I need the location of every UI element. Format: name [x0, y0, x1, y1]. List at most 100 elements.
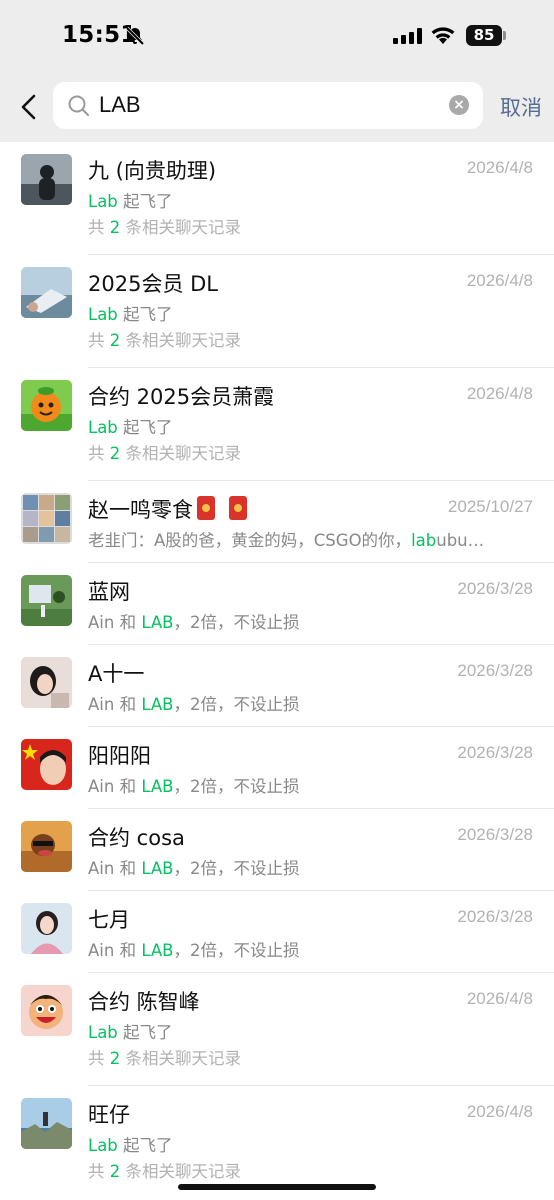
match-count: 共 2 条相关聊天记录	[88, 327, 241, 351]
chat-date: 2026/4/8	[466, 989, 533, 1008]
chat-name: 合约 2025会员萧霞	[88, 385, 275, 409]
result-row-cosa[interactable]: 合约 cosa 2026/3/28 Ain 和 LAB，2倍，不设止损	[0, 809, 554, 891]
message-suffix: ，2倍，不设止损	[173, 695, 300, 714]
bell-muted-icon	[125, 26, 145, 46]
search-header: × 取消	[0, 72, 554, 142]
match-keyword: Lab	[88, 418, 118, 437]
match-keyword: LAB	[141, 777, 174, 796]
match-keyword: Lab	[88, 305, 118, 324]
match-keyword: lab	[411, 531, 437, 550]
match-keyword: LAB	[141, 941, 174, 960]
avatar	[21, 1098, 72, 1149]
match-count-prefix: 共	[88, 218, 110, 237]
chat-name: 蓝网	[88, 580, 130, 604]
battery-indicator: 85	[466, 25, 502, 46]
match-text: 起飞了	[117, 1136, 173, 1155]
result-row-xiaoxia[interactable]: 合约 2025会员萧霞 2026/4/8 Lab 起飞了 共 2 条相关聊天记录	[0, 368, 554, 481]
result-row-lanwang[interactable]: 蓝网 2026/3/28 Ain 和 LAB，2倍，不设止损	[0, 563, 554, 645]
message-snippet: Ain 和 LAB，2倍，不设止损	[88, 691, 300, 715]
match-count-suffix: 条相关聊天记录	[120, 444, 241, 463]
search-icon	[68, 95, 89, 116]
chat-date: 2026/3/28	[457, 661, 533, 680]
chat-date: 2026/3/28	[457, 579, 533, 598]
match-count-number: 2	[109, 1162, 121, 1181]
match-count-suffix: 条相关聊天记录	[120, 331, 241, 350]
result-row-2025-dl[interactable]: 2025会员 DL 2026/4/8 Lab 起飞了 共 2 条相关聊天记录	[0, 255, 554, 368]
search-box[interactable]: ×	[53, 82, 483, 129]
match-count: 共 2 条相关聊天记录	[88, 440, 241, 464]
chat-name: 九 (向贵助理)	[88, 159, 217, 183]
result-row-a11[interactable]: A十一 2026/3/28 Ain 和 LAB，2倍，不设止损	[0, 645, 554, 727]
match-snippet: Lab 起飞了	[88, 301, 173, 325]
clear-search-icon[interactable]: ×	[449, 95, 469, 115]
match-keyword: Lab	[88, 1136, 118, 1155]
avatar	[21, 903, 72, 954]
match-keyword: LAB	[141, 613, 174, 632]
cancel-button[interactable]: 取消	[500, 92, 542, 122]
match-snippet: Lab 起飞了	[88, 1019, 173, 1043]
chat-date: 2026/4/8	[466, 271, 533, 290]
match-text: 起飞了	[117, 192, 173, 211]
search-results-list: 九 (向贵助理) 2026/4/8 Lab 起飞了 共 2 条相关聊天记录 20…	[0, 142, 554, 1199]
match-count: 共 2 条相关聊天记录	[88, 214, 241, 238]
avatar	[21, 821, 72, 872]
match-count-number: 2	[109, 1049, 121, 1068]
message-snippet: Ain 和 LAB，2倍，不设止损	[88, 773, 300, 797]
chat-name: 合约 cosa	[88, 826, 185, 850]
match-snippet: Lab 起飞了	[88, 188, 173, 212]
red-envelope-icon	[197, 496, 215, 520]
chat-name: A十一	[88, 662, 145, 686]
avatar	[21, 267, 72, 318]
message-snippet: Ain 和 LAB，2倍，不设止损	[88, 609, 300, 633]
group-avatar	[21, 493, 72, 544]
chat-name: 合约 陈智峰	[88, 990, 200, 1014]
chat-date: 2026/3/28	[457, 825, 533, 844]
status-bar: 15:51 85	[0, 0, 554, 72]
chat-date: 2026/4/8	[466, 1102, 533, 1121]
chat-name: 旺仔	[88, 1103, 130, 1127]
match-count-suffix: 条相关聊天记录	[120, 1049, 241, 1068]
message-prefix: Ain 和	[88, 777, 142, 796]
result-row-wangzai[interactable]: 旺仔 2026/4/8 Lab 起飞了 共 2 条相关聊天记录	[0, 1086, 554, 1199]
message-snippet: 老韭门：A股的爸，黄金的妈，CSGO的你，labubu…	[88, 527, 484, 551]
chat-name: 赵一鸣零食	[88, 494, 247, 524]
avatar	[21, 985, 72, 1036]
match-count-number: 2	[109, 218, 121, 237]
result-row-chenzhifeng[interactable]: 合约 陈智峰 2026/4/8 Lab 起飞了 共 2 条相关聊天记录	[0, 973, 554, 1086]
back-chevron-icon[interactable]	[18, 92, 40, 122]
home-indicator[interactable]	[178, 1184, 376, 1190]
match-snippet: Lab 起飞了	[88, 1132, 173, 1156]
match-keyword: Lab	[88, 1023, 118, 1042]
message-suffix: ，2倍，不设止损	[173, 777, 300, 796]
match-count-number: 2	[109, 331, 121, 350]
avatar	[21, 380, 72, 431]
match-count-prefix: 共	[88, 331, 110, 350]
message-suffix: ，2倍，不设止损	[173, 941, 300, 960]
message-prefix: Ain 和	[88, 859, 142, 878]
result-row-qiyue[interactable]: 七月 2026/3/28 Ain 和 LAB，2倍，不设止损	[0, 891, 554, 973]
avatar	[21, 154, 72, 205]
avatar	[21, 657, 72, 708]
chat-name: 阳阳阳	[88, 744, 151, 768]
message-suffix: ，2倍，不设止损	[173, 613, 300, 632]
battery-tip	[503, 31, 506, 40]
avatar	[21, 739, 72, 790]
match-keyword: Lab	[88, 192, 118, 211]
message-suffix: ubu…	[436, 531, 485, 550]
chat-name: 七月	[88, 908, 130, 932]
chat-date: 2026/4/8	[466, 158, 533, 177]
result-row-jiu[interactable]: 九 (向贵助理) 2026/4/8 Lab 起飞了 共 2 条相关聊天记录	[0, 142, 554, 255]
wifi-icon	[431, 27, 455, 44]
message-snippet: Ain 和 LAB，2倍，不设止损	[88, 937, 300, 961]
chat-name-text: 赵一鸣零食	[88, 498, 193, 522]
chat-name: 2025会员 DL	[88, 272, 218, 296]
message-suffix: ，2倍，不设止损	[173, 859, 300, 878]
message-prefix: Ain 和	[88, 613, 142, 632]
result-row-group-snacks[interactable]: 赵一鸣零食 2025/10/27 老韭门：A股的爸，黄金的妈，CSGO的你，la…	[0, 481, 554, 563]
match-text: 起飞了	[117, 305, 173, 324]
chat-date: 2026/3/28	[457, 907, 533, 926]
result-row-yangyangyang[interactable]: 阳阳阳 2026/3/28 Ain 和 LAB，2倍，不设止损	[0, 727, 554, 809]
search-input[interactable]	[99, 90, 429, 120]
match-count-suffix: 条相关聊天记录	[120, 1162, 241, 1181]
message-prefix: Ain 和	[88, 941, 142, 960]
